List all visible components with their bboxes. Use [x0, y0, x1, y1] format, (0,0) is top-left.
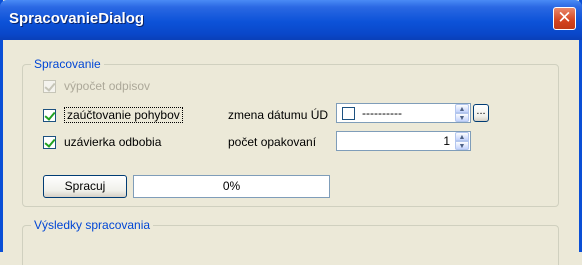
window-title: SpracovanieDialog: [9, 10, 145, 27]
repeat-count-stepper[interactable]: 1 ▲ ▼: [336, 131, 471, 151]
depreciation-checkbox: [43, 79, 56, 93]
depreciation-checkbox-row: výpočet odpisov: [43, 78, 150, 94]
close-button[interactable]: ✕: [553, 7, 576, 30]
spin-up-icon[interactable]: ▲: [455, 104, 469, 113]
closing-checkbox[interactable]: [43, 135, 56, 149]
checkmark-icon: [44, 108, 56, 121]
progress-text: 0%: [222, 179, 241, 193]
progress-bar: 0%: [133, 175, 330, 198]
date-change-checkbox[interactable]: [342, 107, 355, 120]
posting-label[interactable]: zaúčtovanie pohybov: [64, 107, 183, 123]
repeat-count-label: počet opakovaní: [228, 135, 317, 149]
spin-down-icon[interactable]: ▼: [455, 141, 469, 150]
results-group: Výsledky spracovania: [22, 218, 559, 265]
posting-checkbox-row[interactable]: zaúčtovanie pohybov: [43, 107, 183, 123]
closing-label: uzávierka odbobia: [64, 135, 162, 149]
dialog-window: SpracovanieDialog ✕ Spracovanie výpočet …: [0, 0, 582, 265]
date-change-value: ----------: [362, 106, 402, 120]
repeat-count-spinner[interactable]: ▲ ▼: [455, 132, 469, 150]
date-change-spinner[interactable]: ▲ ▼: [455, 104, 469, 122]
depreciation-label: výpočet odpisov: [64, 79, 151, 93]
ellipsis-icon: ...: [476, 105, 486, 117]
repeat-count-value[interactable]: 1: [443, 134, 450, 148]
title-bar[interactable]: SpracovanieDialog ✕: [0, 0, 582, 40]
spin-down-icon[interactable]: ▼: [455, 113, 469, 122]
date-browse-button[interactable]: ...: [473, 104, 489, 122]
closing-checkbox-row[interactable]: uzávierka odbobia: [43, 134, 161, 150]
processing-group: Spracovanie výpočet odpisov zaúčtovanie …: [22, 57, 559, 207]
posting-checkbox[interactable]: [43, 108, 56, 122]
date-change-picker[interactable]: ---------- ▲ ▼: [336, 103, 471, 123]
spin-up-icon[interactable]: ▲: [455, 132, 469, 141]
checkmark-icon: [44, 79, 56, 92]
processing-group-title: Spracovanie: [31, 57, 104, 71]
date-change-label: zmena dátumu ÚD: [228, 108, 329, 122]
checkmark-icon: [44, 135, 56, 148]
run-button-label: Spracuj: [64, 179, 106, 193]
dialog-client-area: Spracovanie výpočet odpisov zaúčtovanie …: [3, 40, 579, 265]
close-icon: ✕: [557, 8, 572, 28]
run-button[interactable]: Spracuj: [43, 175, 127, 198]
results-group-title: Výsledky spracovania: [31, 218, 154, 232]
